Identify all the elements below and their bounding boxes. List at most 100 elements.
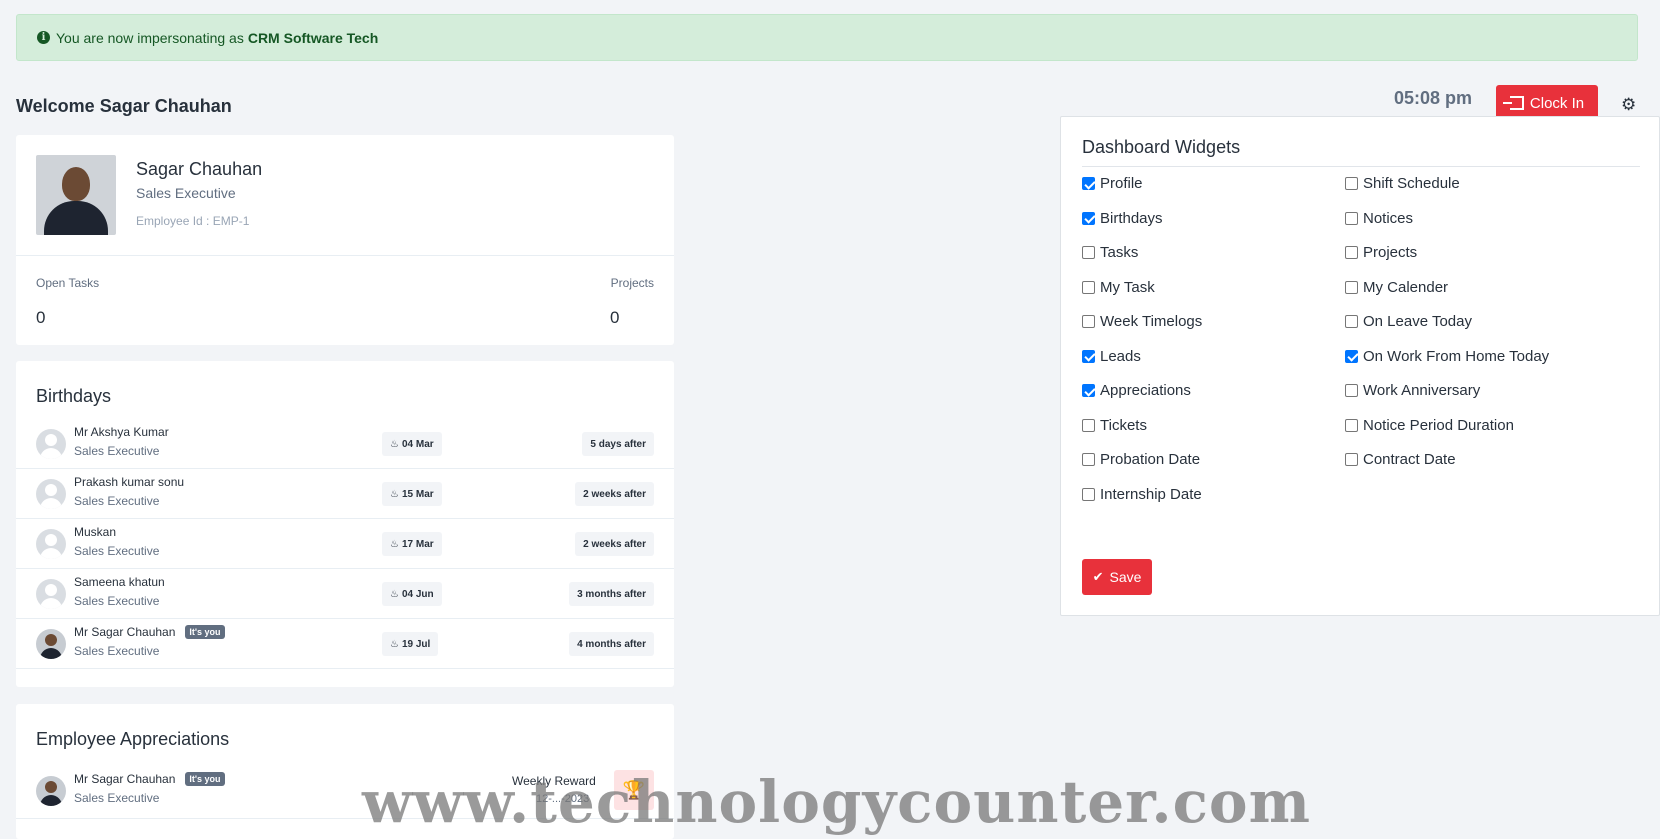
avatar (36, 629, 66, 659)
checkbox[interactable] (1082, 211, 1095, 225)
divider (16, 255, 674, 256)
employee-role: Sales Executive (74, 791, 160, 805)
check-icon: ✔ (1092, 569, 1104, 584)
checkbox[interactable] (1082, 453, 1095, 466)
checkbox[interactable] (1345, 418, 1358, 432)
checkbox[interactable] (1345, 177, 1358, 190)
avatar (36, 155, 116, 235)
checkbox[interactable] (1082, 384, 1095, 397)
widget-label: Notices (1363, 209, 1414, 227)
widget-label: Work Anniversary (1363, 382, 1481, 399)
page-title: Welcome Sagar Chauhan (16, 96, 232, 116)
appreciations-title: Employee Appreciations (36, 729, 230, 749)
checkbox[interactable] (1345, 211, 1358, 225)
widget-option-appreciations[interactable]: Appreciations (1082, 382, 1191, 399)
birthday-date: ♨ 04 Mar (382, 432, 442, 456)
widget-option-contract-date[interactable]: Contract Date (1345, 451, 1456, 468)
widget-label: Notice Period Duration (1363, 416, 1514, 434)
impersonation-alert: i You are now impersonating as CRM Softw… (16, 14, 1638, 61)
employee-name[interactable]: Sameena khatun (74, 575, 165, 589)
checkbox[interactable] (1082, 177, 1095, 190)
widget-option-my-calender[interactable]: My Calender (1345, 279, 1448, 296)
employee-role: Sales Executive (74, 544, 160, 558)
sign-in-icon (1502, 96, 1524, 110)
checkbox[interactable] (1082, 487, 1095, 501)
widget-label: Shift Schedule (1363, 175, 1460, 192)
widget-option-notices[interactable]: Notices (1345, 210, 1413, 227)
widget-label: Tasks (1100, 244, 1139, 261)
its-you-badge: It's you (185, 625, 225, 639)
dashboard-widgets-panel: Dashboard Widgets Profile Birthdays Tasks M… (1060, 116, 1660, 616)
widget-option-projects[interactable]: Projects (1345, 244, 1417, 261)
open-tasks-label: Open Tasks (36, 276, 100, 290)
widget-option-work-anniversary[interactable]: Work Anniversary (1345, 382, 1480, 399)
checkbox[interactable] (1082, 418, 1095, 432)
birthday-date: ♨ 15 Mar (382, 482, 442, 506)
info-icon: i (37, 31, 50, 44)
employee-role: Sales Executive (74, 494, 160, 508)
widget-option-profile[interactable]: Profile (1082, 175, 1143, 192)
widget-label: Projects (1363, 244, 1418, 261)
widget-label: Appreciations (1100, 382, 1191, 399)
birthday-relative: 4 months after (569, 632, 654, 656)
profile-name[interactable]: Sagar Chauhan (136, 159, 262, 180)
employee-name[interactable]: Prakash kumar sonu (74, 475, 184, 489)
watermark: www.technologycounter.com (362, 768, 1311, 836)
list-item: Prakash kumar sonu Sales Executive ♨ 15 M… (16, 469, 674, 519)
list-item: Mr Akshya Kumar Sales Executive ♨ 04 Mar … (16, 419, 674, 469)
avatar (36, 579, 66, 609)
widget-option-notice-period-duration[interactable]: Notice Period Duration (1345, 417, 1514, 434)
cake-icon: ♨ (390, 538, 399, 550)
widget-label: Week Timelogs (1100, 313, 1203, 330)
birthday-date: ♨ 04 Jun (382, 582, 442, 606)
widget-option-shift-schedule[interactable]: Shift Schedule (1345, 175, 1460, 192)
widget-option-internship-date[interactable]: Internship Date (1082, 486, 1202, 503)
gear-icon[interactable]: ⚙ (1621, 96, 1636, 113)
employee-name[interactable]: Mr Sagar Chauhan (74, 772, 175, 786)
widget-label: Contract Date (1363, 451, 1456, 468)
list-item: Muskan Sales Executive ♨ 17 Mar 2 weeks a… (16, 519, 674, 569)
widget-option-on-leave-today[interactable]: On Leave Today (1345, 313, 1472, 330)
birthday-relative: 5 days after (582, 432, 654, 456)
widget-option-leads[interactable]: Leads (1082, 348, 1141, 365)
cake-icon: ♨ (390, 638, 399, 650)
widget-label: Probation Date (1100, 451, 1201, 468)
avatar (36, 529, 66, 559)
checkbox[interactable] (1345, 349, 1358, 363)
checkbox[interactable] (1345, 246, 1358, 259)
checkbox[interactable] (1082, 349, 1095, 363)
widget-option-tickets[interactable]: Tickets (1082, 417, 1147, 434)
widget-label: Birthdays (1100, 209, 1163, 227)
checkbox[interactable] (1345, 384, 1358, 397)
checkbox[interactable] (1082, 280, 1095, 294)
avatar (36, 776, 66, 806)
widget-option-birthdays[interactable]: Birthdays (1082, 210, 1163, 227)
open-tasks-value[interactable]: 0 (36, 308, 45, 328)
widget-label: Profile (1100, 175, 1143, 192)
employee-name[interactable]: Muskan (74, 525, 116, 539)
projects-label: Projects (610, 276, 654, 290)
widget-label: On Work From Home Today (1363, 347, 1550, 365)
widget-label: Leads (1100, 347, 1141, 365)
widget-label: My Calender (1363, 278, 1449, 296)
widget-label: Internship Date (1100, 485, 1202, 503)
checkbox[interactable] (1345, 280, 1358, 294)
widget-option-tasks[interactable]: Tasks (1082, 244, 1138, 261)
employee-name[interactable]: Mr Sagar Chauhan (74, 625, 175, 639)
employee-role: Sales Executive (74, 644, 160, 658)
widget-option-my-task[interactable]: My Task (1082, 279, 1155, 296)
birthday-relative: 3 months after (569, 582, 654, 606)
employee-name[interactable]: Mr Akshya Kumar (74, 425, 169, 439)
birthdays-card: Birthdays Mr Akshya Kumar Sales Executiv… (16, 361, 674, 687)
projects-value[interactable]: 0 (610, 308, 619, 328)
clock-time: 05:08 pm (1394, 88, 1473, 108)
widget-option-week-timelogs[interactable]: Week Timelogs (1082, 313, 1202, 330)
checkbox[interactable] (1082, 246, 1095, 259)
widget-label: On Leave Today (1363, 313, 1472, 330)
checkbox[interactable] (1345, 453, 1358, 466)
widget-option-on-work-from-home-today[interactable]: On Work From Home Today (1345, 348, 1549, 365)
widget-option-probation-date[interactable]: Probation Date (1082, 451, 1200, 468)
checkbox[interactable] (1345, 315, 1358, 328)
checkbox[interactable] (1082, 315, 1095, 328)
save-button[interactable]: ✔ Save (1082, 559, 1152, 595)
